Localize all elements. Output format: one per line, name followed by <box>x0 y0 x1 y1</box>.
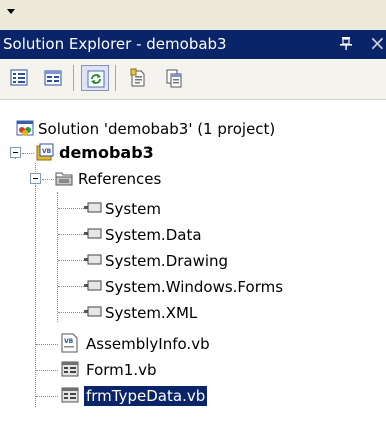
vb-project-icon: VB <box>36 143 54 161</box>
form-icon <box>61 387 79 403</box>
view-designer-icon <box>166 69 182 88</box>
tree-connector <box>22 153 34 154</box>
tree-node-label: demobab3 <box>59 143 154 162</box>
assembly-reference-icon <box>84 306 102 317</box>
tree-node-label: frmTypeData.vb <box>84 386 208 406</box>
references-folder-icon <box>55 172 73 186</box>
refresh-button[interactable] <box>81 65 109 91</box>
tree-connector <box>42 179 54 180</box>
tree-node-references[interactable]: References <box>55 166 375 192</box>
tree-connector <box>58 260 84 261</box>
assembly-reference-icon <box>84 280 102 291</box>
tree-node-file[interactable]: Form1.vb <box>61 357 361 383</box>
tree-node-reference[interactable]: System.XML <box>84 300 374 326</box>
window-titlebar[interactable]: Solution Explorer - demobab3 × <box>0 30 386 59</box>
view-code-button[interactable] <box>124 65 152 91</box>
collapse-toggle[interactable] <box>30 173 41 184</box>
view-code-icon <box>130 68 145 87</box>
tree-node-label: Form1.vb <box>86 361 157 379</box>
toolbar-separator <box>73 65 74 91</box>
toolbar <box>0 59 386 100</box>
collapse-toggle[interactable] <box>10 147 21 158</box>
tree-node-label: System.Data <box>105 226 202 244</box>
tree-node-solution[interactable]: Solution 'demobab3' (1 project) <box>16 116 376 142</box>
tree-node-label: System.Windows.Forms <box>105 278 284 296</box>
close-icon[interactable]: × <box>369 31 386 55</box>
tree-node-label: System.XML <box>105 304 198 322</box>
window-title: Solution Explorer - demobab3 <box>3 35 227 53</box>
properties-button[interactable] <box>5 65 33 91</box>
show-all-files-icon <box>44 70 62 86</box>
dropdown-arrow-icon[interactable] <box>7 9 15 14</box>
svg-text:VB: VB <box>42 148 52 155</box>
tree-connector <box>35 185 36 407</box>
tree-node-project[interactable]: VB demobab3 <box>36 140 376 166</box>
properties-icon <box>10 69 28 86</box>
tree-node-reference[interactable]: System.Data <box>84 222 374 248</box>
svg-text:VB: VB <box>64 338 74 345</box>
tree-connector <box>58 208 84 209</box>
solution-tree: Solution 'demobab3' (1 project) VB demob… <box>0 100 386 439</box>
tree-node-reference[interactable]: System.Drawing <box>84 248 374 274</box>
show-all-files-button[interactable] <box>39 65 67 91</box>
refresh-icon <box>87 70 105 88</box>
tree-connector <box>58 286 84 287</box>
tree-node-label: System.Drawing <box>105 252 229 270</box>
pushpin-icon[interactable] <box>340 37 352 50</box>
tree-connector <box>36 396 58 397</box>
tree-node-file[interactable]: VB AssemblyInfo.vb <box>61 331 361 357</box>
tree-connector <box>58 312 84 313</box>
tree-connector <box>36 370 58 371</box>
tree-node-label: Solution 'demobab3' (1 project) <box>38 120 276 138</box>
tree-connector <box>36 344 58 345</box>
vb-file-icon: VB <box>61 333 78 353</box>
assembly-reference-icon <box>84 228 102 239</box>
form-icon <box>61 361 79 377</box>
assembly-reference-icon <box>84 202 102 213</box>
tree-node-reference[interactable]: System.Windows.Forms <box>84 274 384 300</box>
tree-connector <box>57 192 58 322</box>
view-designer-button[interactable] <box>160 65 188 91</box>
tree-node-label: AssemblyInfo.vb <box>86 335 210 353</box>
tree-node-label: References <box>78 170 162 188</box>
tree-node-file-selected[interactable]: frmTypeData.vb <box>61 383 361 409</box>
tree-node-label: System <box>105 200 161 218</box>
solution-icon <box>16 120 34 136</box>
tree-connector <box>58 234 84 235</box>
tree-node-reference[interactable]: System <box>84 196 374 222</box>
toolbar-separator <box>115 65 116 91</box>
assembly-reference-icon <box>84 254 102 265</box>
top-strip <box>0 0 386 30</box>
